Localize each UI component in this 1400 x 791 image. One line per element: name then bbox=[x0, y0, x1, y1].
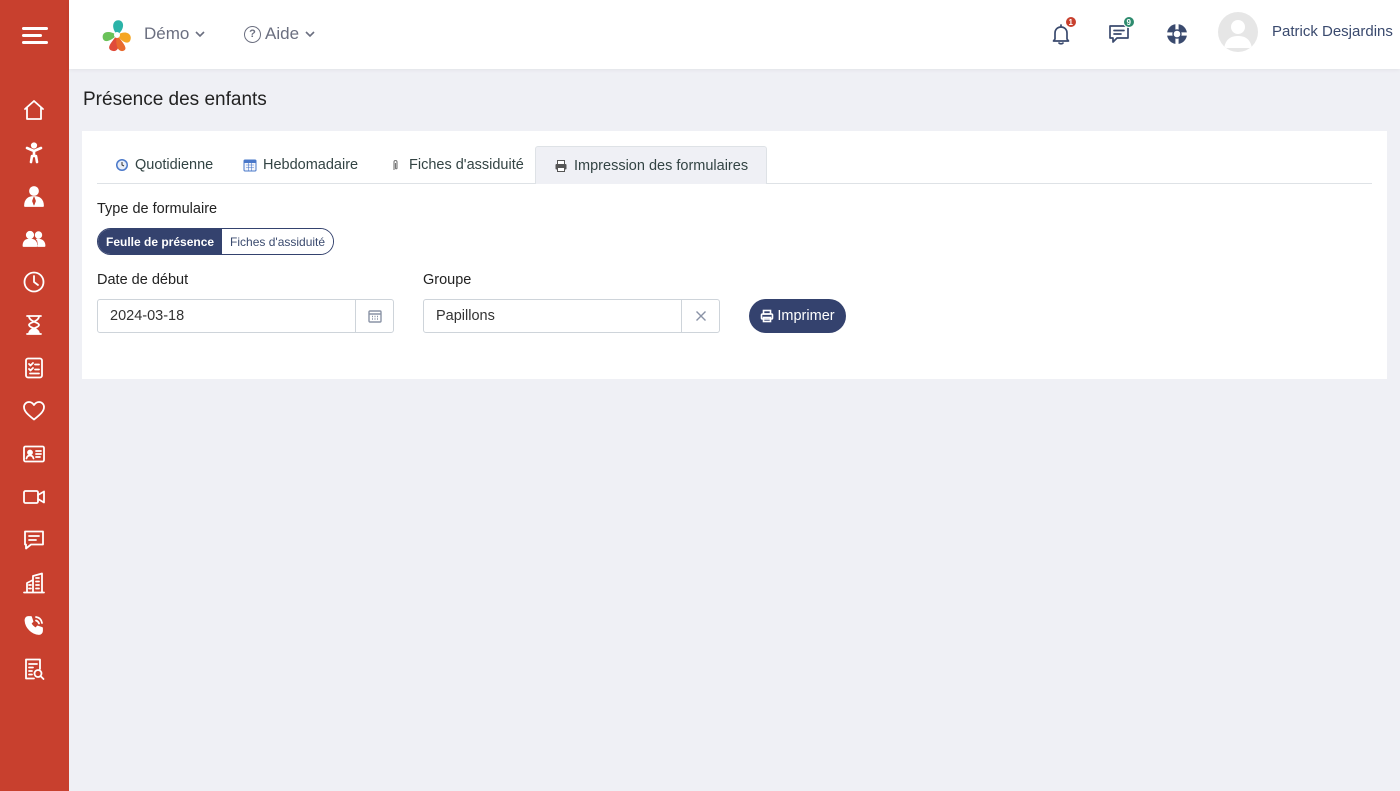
clear-group-button[interactable] bbox=[681, 300, 719, 332]
start-date-label: Date de début bbox=[97, 272, 189, 288]
tab-label: Fiches d'assiduité bbox=[409, 157, 524, 173]
group-select bbox=[423, 299, 720, 333]
print-button[interactable]: Imprimer bbox=[749, 299, 846, 333]
calendar-icon bbox=[367, 310, 382, 323]
chevron-down-icon bbox=[305, 31, 315, 38]
notifications-badge: 1 bbox=[1064, 16, 1077, 28]
parents-icon[interactable] bbox=[18, 223, 50, 255]
page-title: Présence des enfants bbox=[83, 89, 267, 110]
printer-icon bbox=[761, 309, 774, 323]
checklist-icon[interactable] bbox=[18, 352, 50, 384]
form-type-label: Type de formulaire bbox=[97, 201, 218, 217]
close-icon bbox=[695, 311, 706, 321]
tab-print-forms[interactable]: Impression des formulaires bbox=[535, 146, 768, 184]
tab-bar: Quotidienne Hebdomadaire Fiches d'assidu… bbox=[97, 146, 1372, 184]
chat-icon[interactable] bbox=[18, 524, 50, 556]
tab-attendance-sheets[interactable]: Fiches d'assiduité bbox=[371, 146, 542, 184]
tab-label: Impression des formulaires bbox=[574, 157, 749, 174]
org-menu-label: Démo bbox=[144, 24, 190, 43]
org-menu[interactable]: Démo bbox=[144, 24, 206, 44]
id-card-icon[interactable] bbox=[18, 438, 50, 470]
support-button[interactable] bbox=[1163, 20, 1191, 48]
start-date-group bbox=[97, 299, 394, 333]
user-name[interactable]: Patrick Desjardins bbox=[1272, 23, 1393, 40]
menu-toggle-icon[interactable] bbox=[22, 25, 48, 47]
heart-icon[interactable] bbox=[18, 395, 50, 427]
paperclip-emoji-icon bbox=[393, 159, 398, 170]
attendance-card: Quotidienne Hebdomadaire Fiches d'assidu… bbox=[82, 131, 1387, 379]
top-bar: Démo ? Aide 1 9 Patrick Desjardins bbox=[69, 0, 1400, 69]
calendar-emoji-icon bbox=[243, 159, 257, 172]
home-icon[interactable] bbox=[18, 94, 50, 126]
help-menu-label: Aide bbox=[265, 24, 300, 43]
group-label: Groupe bbox=[423, 272, 472, 288]
tab-label: Quotidienne bbox=[135, 157, 214, 173]
hands-logo-icon[interactable] bbox=[97, 15, 137, 55]
tab-label: Hebdomadaire bbox=[263, 157, 359, 173]
print-button-label: Imprimer bbox=[777, 308, 835, 324]
start-date-input[interactable] bbox=[98, 300, 355, 332]
notifications-button[interactable]: 1 bbox=[1047, 16, 1077, 48]
form-type-attendance-sheet-button[interactable]: Feulle de présence bbox=[98, 229, 223, 254]
sidebar bbox=[0, 0, 69, 791]
staff-icon[interactable] bbox=[18, 180, 50, 212]
clock-emoji-icon bbox=[116, 159, 128, 171]
form-type-attendance-records-button[interactable]: Fiches d'assiduité bbox=[222, 229, 334, 254]
building-icon[interactable] bbox=[18, 567, 50, 599]
report-icon[interactable] bbox=[18, 653, 50, 685]
video-icon[interactable] bbox=[18, 481, 50, 513]
clock-icon[interactable] bbox=[18, 266, 50, 298]
form-type-toggle: Feulle de présence Fiches d'assiduité bbox=[97, 228, 335, 255]
messages-button[interactable]: 9 bbox=[1105, 16, 1135, 48]
help-icon: ? bbox=[244, 25, 261, 43]
tab-daily[interactable]: Quotidienne bbox=[97, 146, 231, 184]
chevron-down-icon bbox=[195, 31, 205, 38]
calendar-picker-button[interactable] bbox=[355, 300, 393, 332]
tab-weekly[interactable]: Hebdomadaire bbox=[225, 146, 376, 184]
group-input[interactable] bbox=[424, 300, 681, 332]
lifebuoy-icon bbox=[1167, 24, 1187, 44]
messages-badge: 9 bbox=[1122, 16, 1135, 28]
printer-emoji-icon bbox=[555, 159, 567, 172]
child-icon[interactable] bbox=[18, 137, 50, 169]
avatar[interactable] bbox=[1218, 12, 1258, 52]
hourglass-icon[interactable] bbox=[18, 309, 50, 341]
help-menu[interactable]: ? Aide bbox=[244, 24, 316, 44]
user-avatar-icon bbox=[1224, 20, 1252, 48]
phone-icon[interactable] bbox=[18, 610, 50, 642]
